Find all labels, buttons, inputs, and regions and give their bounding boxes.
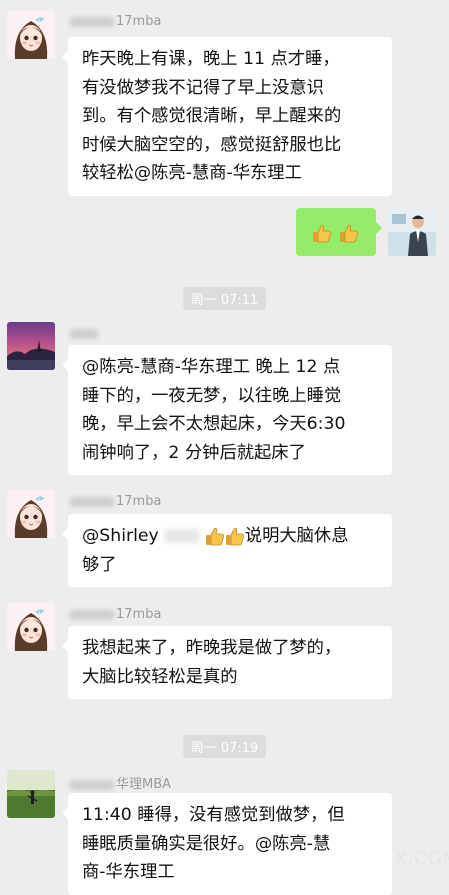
avatar[interactable] — [7, 11, 55, 59]
message-bubble[interactable]: @Shirley 说明大脑休息 够了 — [62, 514, 392, 587]
avatar-man-icon — [388, 208, 436, 256]
sender-name: 17mba — [69, 607, 161, 622]
message-text: 大脑比较轻松是真的 — [82, 666, 238, 687]
message-text: 较轻松@陈亮-慧商-华东理工 — [82, 163, 302, 183]
timestamp: 周一 07:11 — [182, 287, 267, 310]
message-text: 商-华东理工 — [82, 862, 175, 882]
message-text: 我想起来了，昨晚我是做了梦的， — [82, 638, 342, 658]
avatar-sunset-icon — [7, 322, 55, 370]
message-text: 11:40 睡得，没有感觉到做梦，但 — [82, 805, 345, 825]
message-bubble[interactable]: 昨天晚上有课，晚上 11 点才睡， 有没做梦我不记得了早上没意识 到。有个感觉很… — [62, 37, 392, 196]
sender-name — [69, 326, 100, 341]
sender-name: 17mba — [69, 14, 161, 29]
message-text: 睡眠质量确实是很好。@陈亮-慧 — [82, 833, 331, 854]
timestamp: 周一 07:19 — [182, 735, 267, 758]
message-text: 有没做梦我不记得了早上没意识 — [82, 77, 324, 98]
message-text: 睡下的，一夜无梦，以往晚上睡觉 — [82, 385, 342, 406]
message-text: 时候大脑空空的，感觉挺舒服也比 — [82, 134, 342, 155]
thumbs-up-icon — [205, 526, 225, 546]
avatar-self[interactable] — [388, 208, 436, 256]
message-text: @Shirley 说明大脑休息 — [82, 526, 349, 546]
message-text: 昨天晚上有课，晚上 11 点才睡， — [82, 49, 340, 69]
avatar[interactable] — [7, 322, 55, 370]
thumbs-up-icon — [339, 222, 359, 243]
watermark: X.COM — [395, 848, 449, 868]
avatar[interactable] — [7, 603, 55, 651]
sender-name: 17mba — [69, 494, 161, 509]
avatar[interactable] — [7, 770, 55, 818]
message-text: 够了 — [82, 554, 117, 575]
thumbs-up-icon — [312, 222, 332, 243]
message-bubble[interactable]: 我想起来了，昨晚我是做了梦的， 大脑比较轻松是真的 — [62, 626, 392, 699]
avatar[interactable] — [7, 490, 55, 538]
thumbs-up-icon — [225, 526, 245, 546]
message-text: 到。有个感觉很清晰，早上醒来的 — [82, 106, 342, 126]
sender-name: 华理MBA — [69, 773, 171, 792]
avatar-girl-icon — [7, 11, 55, 59]
message-text: 晚，早上会不太想起床，今天6:30 — [82, 414, 346, 434]
message-bubble[interactable]: @陈亮-慧商-华东理工 晚上 12 点 睡下的，一夜无梦，以往晚上睡觉 晚，早上… — [62, 345, 392, 475]
avatar-field-icon — [7, 770, 55, 818]
message-bubble[interactable]: 11:40 睡得，没有感觉到做梦，但 睡眠质量确实是很好。@陈亮-慧 商-华东理… — [62, 793, 392, 895]
message-text: @陈亮-慧商-华东理工 晚上 12 点 — [82, 357, 341, 377]
message-bubble-self[interactable] — [296, 208, 382, 256]
message-text: 闹钟响了，2 分钟后就起床了 — [82, 442, 306, 463]
avatar-girl-icon — [7, 603, 55, 651]
avatar-girl-icon — [7, 490, 55, 538]
